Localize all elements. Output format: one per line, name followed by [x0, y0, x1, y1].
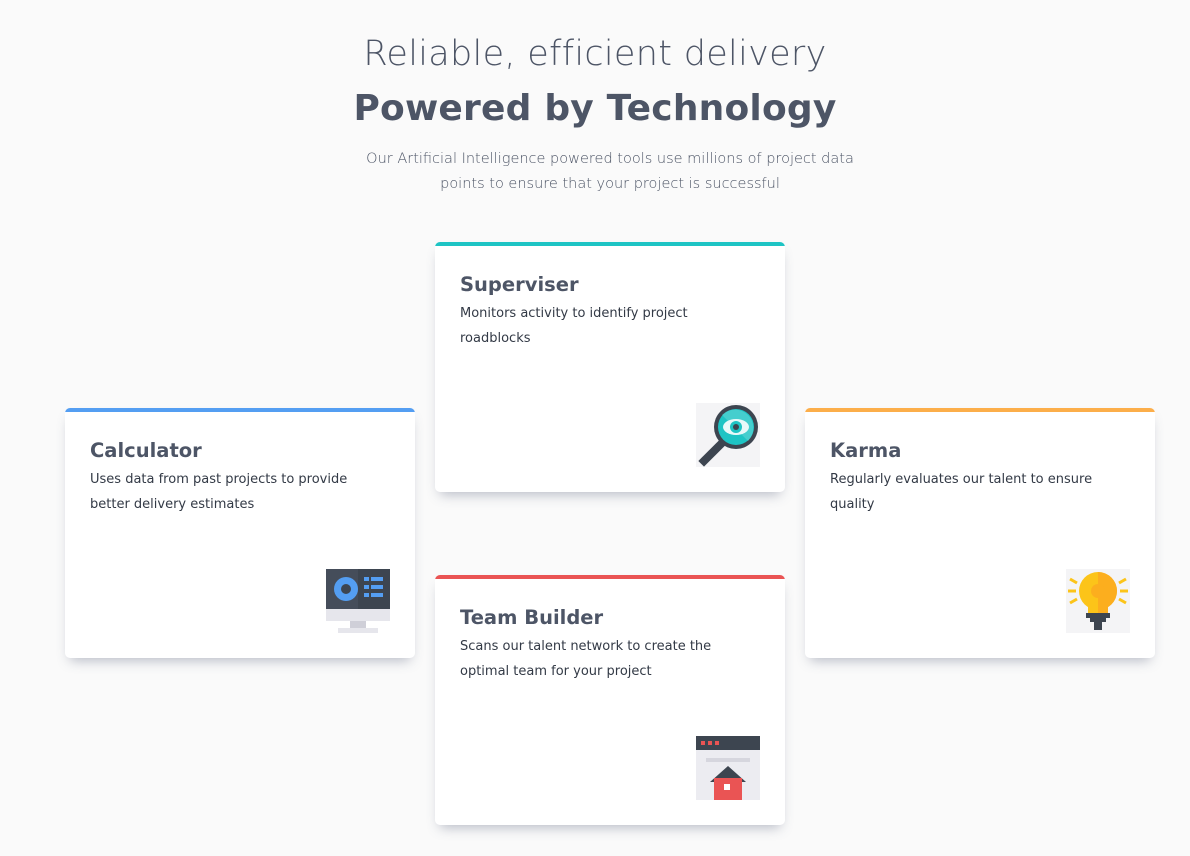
section-subtitle: Reliable, efficient delivery — [363, 34, 827, 74]
magnifier-eye-icon — [696, 403, 760, 467]
card-calculator: Calculator Uses data from past projects … — [65, 408, 415, 658]
card-description: Scans our talent network to create the o… — [460, 639, 712, 679]
card-description: Regularly evaluates our talent to ensure… — [830, 472, 1093, 512]
section-title: Powered by Technology — [353, 88, 837, 129]
section-intro: Our Artificial Intelligence powered tool… — [366, 151, 854, 192]
card-accent-bar — [435, 575, 785, 579]
card-description: Monitors activity to identify project ro… — [460, 306, 688, 346]
card-title: Karma — [830, 439, 902, 462]
card-accent-bar — [65, 408, 415, 412]
card-karma: Karma Regularly evaluates our talent to … — [805, 408, 1155, 658]
browser-house-icon — [696, 736, 760, 800]
card-team-builder: Team Builder Scans our talent network to… — [435, 575, 785, 825]
lightbulb-icon — [1066, 569, 1130, 633]
card-title: Team Builder — [460, 606, 604, 629]
monitor-dashboard-icon — [326, 569, 390, 633]
card-accent-bar — [435, 242, 785, 246]
card-superviser: Superviser Monitors activity to identify… — [435, 242, 785, 492]
card-title: Superviser — [460, 273, 579, 296]
card-title: Calculator — [90, 439, 202, 462]
card-description: Uses data from past projects to provide … — [90, 472, 348, 512]
card-accent-bar — [805, 408, 1155, 412]
